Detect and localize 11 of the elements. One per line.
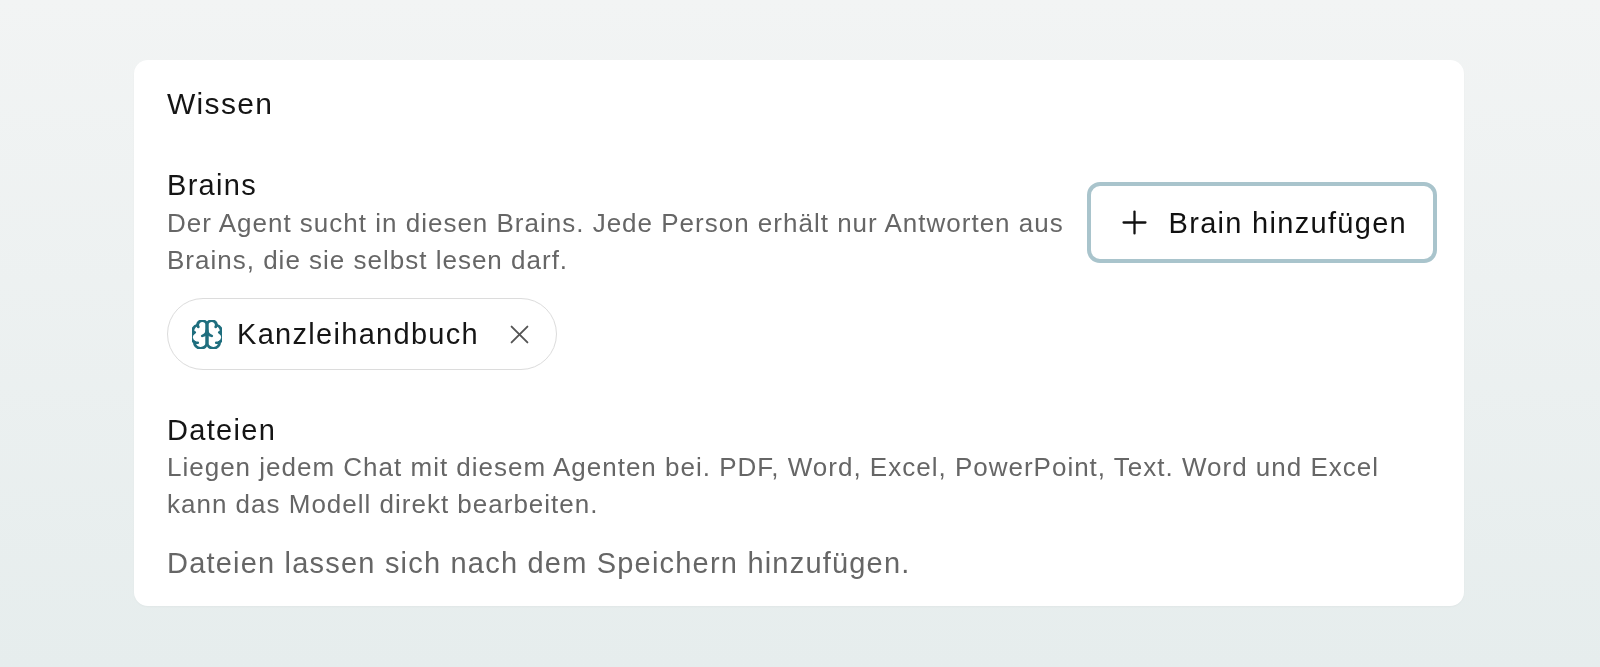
section-title: Wissen [167, 86, 275, 122]
section-heading: Brains [167, 168, 258, 203]
add-brain-button[interactable]: Brain hinzufügen [1086, 182, 1437, 263]
section-description: Der Agent sucht in diesen Brains. Jede Person erhält nur Antworten aus Brains, die sie selbst lesen darf. [167, 207, 1065, 277]
chip-label: Kanzleihandbuch [237, 317, 479, 351]
brain-icon [192, 319, 222, 349]
section-heading: Dateien [167, 413, 278, 448]
info-text: Dateien lassen sich nach dem Speichern hinzufügen. [167, 546, 912, 581]
close-icon[interactable] [510, 324, 529, 344]
section-description: Liegen jedem Chat mit diesem Agenten bei. PDF, Word, Excel, PowerPoint, Text. Word und Excel kann das Modell direkt bearbeiten. [167, 451, 1380, 521]
plus-icon [1121, 210, 1147, 235]
